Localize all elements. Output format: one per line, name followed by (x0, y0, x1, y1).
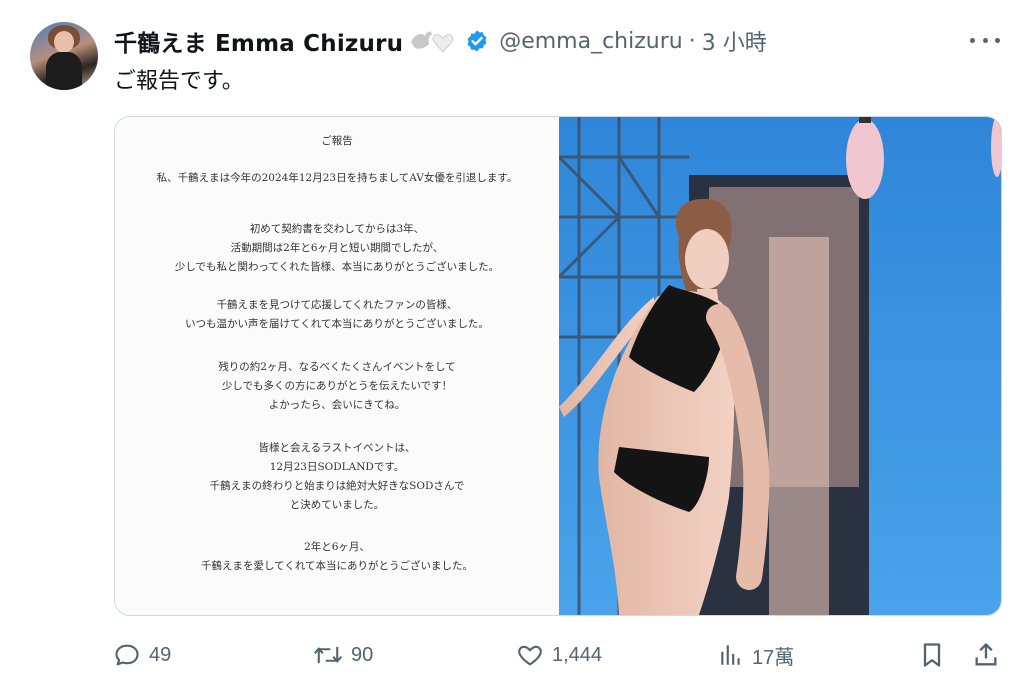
retweet-button[interactable]: 90 (313, 640, 373, 670)
announcement-image[interactable]: ご報告 私、千鶴えまは今年の2024年12月23日を持ちましてAV女優を引退しま… (115, 117, 559, 615)
heart-outline-icon (518, 645, 542, 666)
doc-line: いつも温かい声を届けてくれて本当にありがとうございました。 (185, 318, 489, 330)
doc-line: 活動期間は2年と6ヶ月と短い期間でしたが、 (230, 242, 444, 254)
doc-line: 千鶴えまを見つけて応援してくれたファンの皆様、 (216, 299, 458, 311)
bookmark-button[interactable] (918, 640, 946, 670)
doc-line: 千鶴えまの終わりと始まりは絶対大好きなSODさんで (209, 480, 465, 492)
action-bar: 49 90 1,444 17萬 (0, 632, 1024, 680)
tweet-text: ご報告です。 (114, 69, 244, 94)
verified-badge-icon (467, 30, 487, 52)
doc-line: 2年と6ヶ月、 (304, 541, 370, 553)
bookmark-icon (923, 643, 941, 667)
event-photo[interactable] (557, 117, 1001, 615)
dove-heart-emoji-icon (409, 28, 457, 54)
bar-chart-icon (721, 645, 740, 665)
doc-line: 私、千鶴えまは今年の2024年12月23日を持ちましてAV女優を引退します。 (156, 172, 518, 184)
retweet-arrows-icon (313, 646, 343, 664)
doc-line: 初めて契約書を交わしてからは3年、 (249, 223, 425, 235)
view-count: 17萬 (752, 646, 795, 669)
display-name[interactable]: 千鶴えま Emma Chizuru (114, 24, 403, 58)
like-count: 1,444 (552, 643, 603, 666)
reply-button[interactable]: 49 (113, 640, 171, 670)
retweet-count: 90 (351, 643, 374, 666)
doc-line: 千鶴えまを愛してくれて本当にありがとうございました。 (200, 560, 474, 572)
avatar[interactable] (30, 22, 98, 90)
doc-line: と決めていました。 (289, 499, 385, 511)
speech-bubble-icon (115, 644, 139, 666)
tweet-header: 千鶴えま Emma Chizuru @emma_chizuru · 3 小時 (114, 24, 767, 58)
doc-line: 残りの約2ヶ月、なるべくたくさんイベントをして (218, 361, 456, 373)
author-handle[interactable]: @emma_chizuru (499, 29, 683, 54)
reply-count: 49 (149, 643, 172, 666)
tweet-media[interactable]: ご報告 私、千鶴えまは今年の2024年12月23日を持ちましてAV女優を引退しま… (114, 116, 1002, 616)
share-upload-icon (975, 643, 997, 666)
share-button[interactable] (972, 640, 1000, 670)
doc-line: 12月23日SODLANDです。 (269, 461, 405, 473)
doc-line: 少しでも多くの方にありがとうを伝えたいです！ (221, 380, 453, 392)
separator-dot: · (688, 28, 696, 54)
like-button[interactable]: 1,444 (516, 640, 602, 670)
views-button[interactable]: 17萬 (718, 640, 794, 670)
doc-line: よかったら、会いにきてね。 (268, 399, 406, 411)
doc-line: 皆様と会えるラストイベントは、 (258, 442, 416, 454)
doc-line: 少しでも私と関わってくれた皆様、本当にありがとうございました。 (174, 261, 500, 273)
doc-title: ご報告 (321, 135, 353, 147)
timestamp[interactable]: 3 小時 (702, 25, 767, 57)
more-dots-icon[interactable] (970, 28, 1000, 52)
